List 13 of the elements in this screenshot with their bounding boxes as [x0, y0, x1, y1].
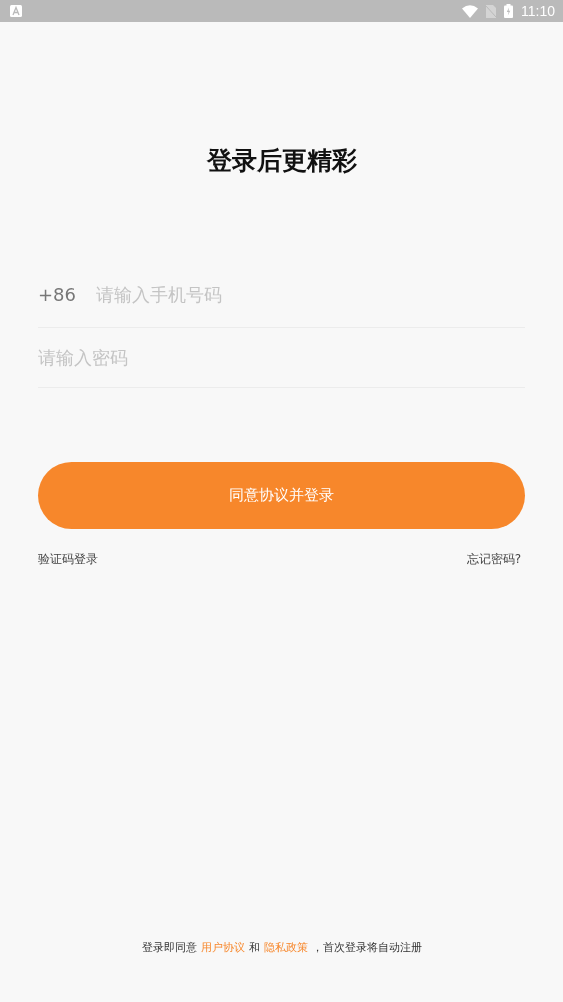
sms-login-link[interactable]: 验证码登录: [38, 551, 98, 568]
notification-icon: [10, 5, 22, 17]
battery-charging-icon: [504, 4, 513, 18]
forgot-password-link[interactable]: 忘记密码?: [466, 551, 521, 568]
login-button[interactable]: 同意协议并登录: [38, 462, 525, 529]
no-sim-icon: [486, 4, 496, 18]
wifi-icon: [462, 4, 478, 18]
page-title: 登录后更精彩: [206, 146, 357, 176]
agreement-link[interactable]: 隐私政策: [263, 941, 308, 954]
country-code[interactable]: +86: [38, 284, 76, 305]
agreement-text: 登录即同意 用户协议 和 隐私政策 ，首次登录将自动注册: [141, 940, 422, 955]
agreement-link[interactable]: 用户协议: [200, 941, 245, 954]
clock-time: 11:10: [521, 3, 555, 19]
